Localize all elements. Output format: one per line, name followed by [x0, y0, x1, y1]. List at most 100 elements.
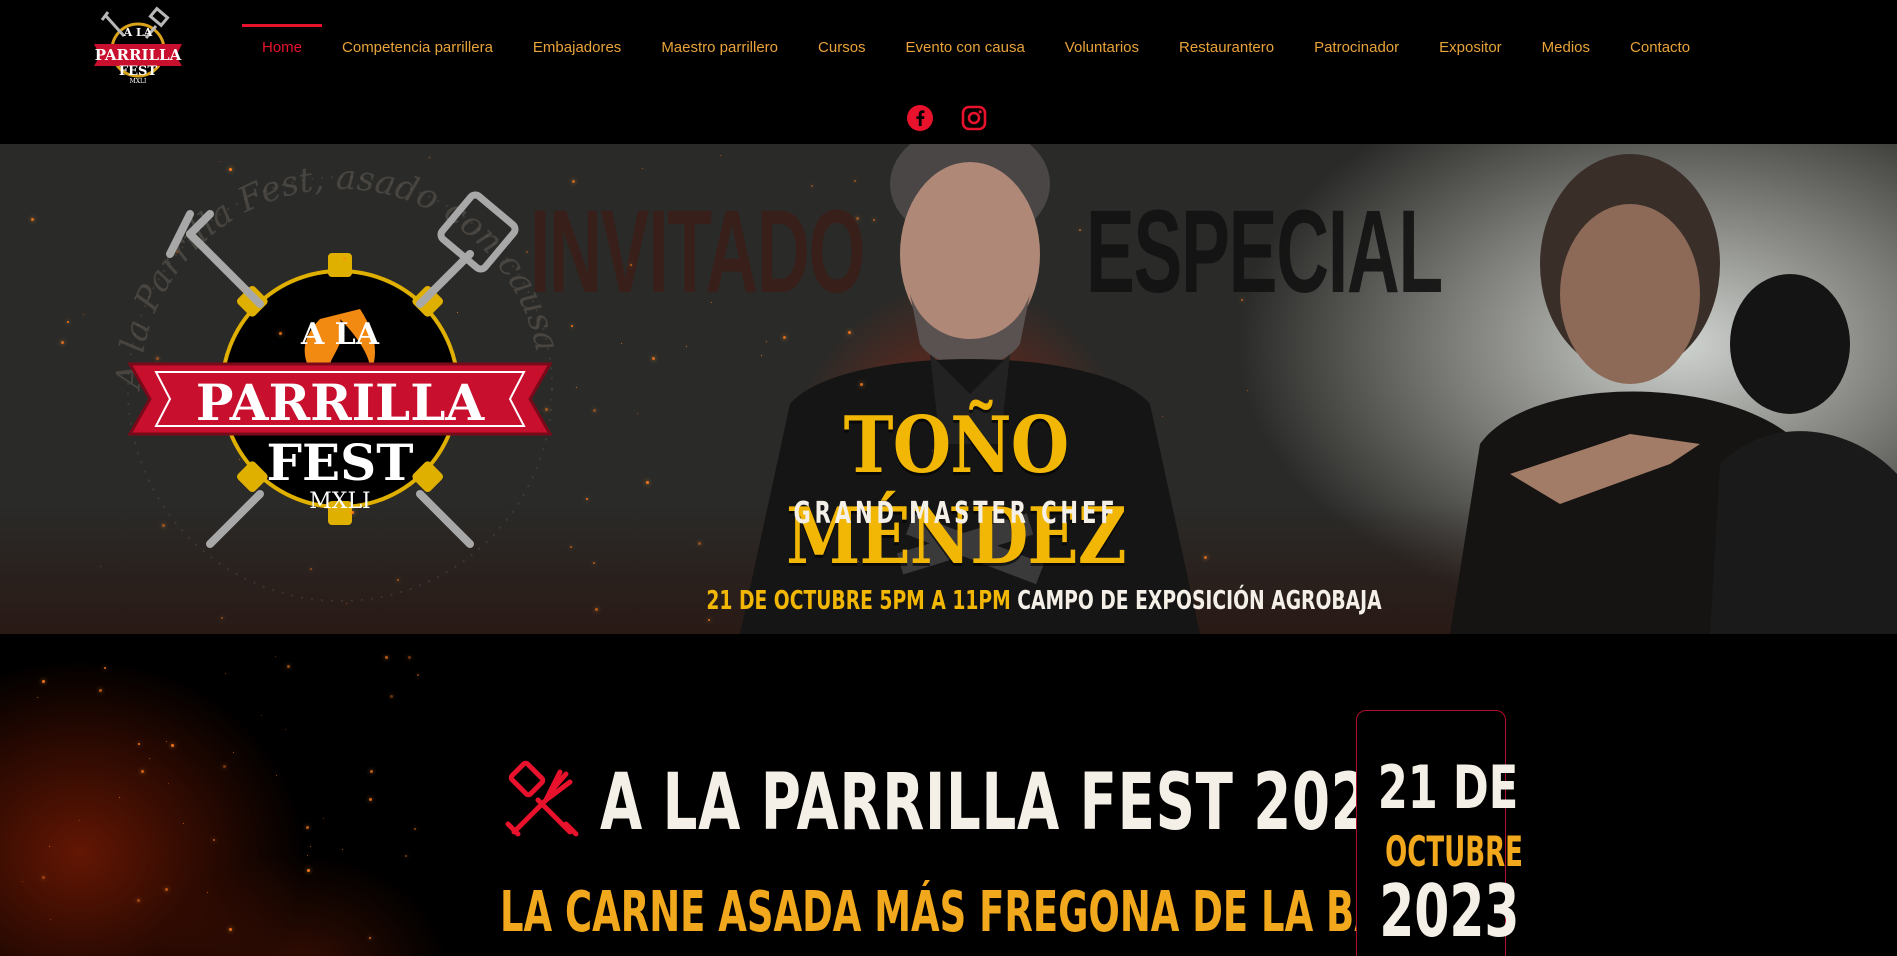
ember-spark [156, 357, 159, 360]
ember-spark [183, 823, 184, 824]
ember-spark [429, 157, 430, 158]
ember-spark [141, 770, 144, 773]
ember-spark [171, 744, 174, 747]
ember-spark [390, 695, 393, 698]
hero-event-details: 21 DE OCTUBRE 5PM A 11PM CAMPO DE EXPOSI… [706, 586, 1381, 616]
ember-spark [225, 673, 226, 674]
ember-spark [260, 397, 261, 398]
ember-spark [229, 168, 232, 171]
svg-text:PARRILLA: PARRILLA [196, 373, 486, 432]
nav-home[interactable]: Home [242, 24, 323, 70]
ember-spark [229, 928, 232, 931]
site-logo[interactable]: A LA PARRILLA FEST MXLI [86, 6, 190, 86]
ember-spark [104, 667, 106, 669]
ember-spark [711, 302, 712, 303]
ember-spark [221, 617, 223, 619]
ember-spark [1247, 390, 1248, 391]
ember-spark [79, 820, 80, 821]
ember-spark [239, 459, 240, 460]
ember-spark [42, 680, 45, 683]
nav-expositor[interactable]: Expositor [1419, 24, 1522, 70]
ember-spark [811, 185, 813, 187]
hero-chef-title: GRAND MASTER CHEF [793, 496, 1119, 531]
ember-spark [37, 697, 38, 698]
ember-spark [166, 741, 167, 742]
hero-event-venue: CAMPO DE EXPOSICIÓN AGROBAJA [1017, 586, 1382, 616]
hero-banner: INVITADO ESPECIAL A la Parrilla Fest, as… [0, 144, 1897, 634]
ember-spark [287, 665, 290, 668]
event-intro-section: A LA PARRILLA FEST 2023 LA CARNE ASADA M… [0, 654, 1897, 956]
ember-spark [342, 849, 343, 850]
ember-spark [100, 566, 101, 567]
ember-spark [457, 312, 458, 313]
ember-spark [408, 656, 411, 659]
ember-spark [138, 743, 140, 745]
ember-spark [586, 498, 588, 500]
ember-spark [761, 355, 762, 356]
ember-spark [370, 770, 373, 773]
ember-spark [783, 336, 786, 339]
ember-spark [860, 383, 863, 386]
svg-text:A LA: A LA [123, 26, 153, 39]
ember-spark [708, 619, 710, 621]
ember-spark [572, 180, 575, 183]
ember-spark [698, 542, 701, 545]
ember-spark [42, 876, 45, 879]
ember-spark [848, 331, 851, 334]
ember-spark [323, 818, 324, 819]
ember-spark [637, 413, 638, 414]
ember-spark [854, 180, 856, 182]
ember-spark [369, 937, 371, 939]
ember-spark [856, 217, 859, 220]
ember-spark [630, 264, 632, 266]
nav-contacto[interactable]: Contacto [1610, 24, 1710, 70]
ember-spark [346, 603, 347, 604]
svg-text:MXLI: MXLI [309, 489, 371, 514]
ember-spark [369, 798, 372, 801]
date-card-day: 21 DE [1377, 753, 1519, 823]
svg-text:MXLI: MXLI [130, 78, 147, 85]
ember-spark [570, 546, 572, 548]
ember-spark [67, 321, 69, 323]
nav-cursos[interactable]: Cursos [798, 24, 886, 70]
ember-spark [261, 715, 262, 716]
ember-spark [576, 387, 577, 388]
ember-spark [858, 561, 859, 562]
nav-patrocinador[interactable]: Patrocinador [1294, 24, 1419, 70]
ember-spark [83, 314, 84, 315]
svg-text:FEST: FEST [267, 433, 414, 492]
ember-spark [873, 219, 875, 221]
event-title: A LA PARRILLA FEST 2023 [600, 758, 1409, 848]
social-links [906, 104, 988, 132]
ember-spark [223, 765, 226, 768]
ember-spark [621, 343, 622, 344]
nav-competencia-parrillera[interactable]: Competencia parrillera [322, 24, 513, 70]
ember-spark [642, 168, 643, 169]
chef-pointing-photo [1450, 154, 1897, 634]
ember-spark [176, 251, 178, 253]
ember-spark [686, 346, 687, 347]
nav-restaurantero[interactable]: Restaurantero [1159, 24, 1294, 70]
ember-spark [22, 881, 23, 882]
event-date-card: 21 DE OCTUBRE 2023 [1356, 710, 1523, 956]
nav-maestro-parrillero[interactable]: Maestro parrillero [641, 24, 798, 70]
nav-voluntarios[interactable]: Voluntarios [1045, 24, 1159, 70]
main-nav: Home Competencia parrillera Embajadores … [242, 24, 1710, 70]
ember-spark [1204, 556, 1207, 559]
facebook-icon[interactable] [906, 104, 934, 132]
ember-spark [307, 855, 308, 856]
nav-evento-con-causa[interactable]: Evento con causa [886, 24, 1045, 70]
ember-spark [766, 341, 767, 342]
ember-spark [119, 797, 120, 798]
ember-spark [1079, 229, 1081, 231]
svg-text:A LA: A LA [300, 317, 380, 352]
ember-spark [1162, 416, 1163, 417]
ember-spark [545, 408, 548, 411]
ember-spark [162, 524, 165, 527]
instagram-icon[interactable] [960, 104, 988, 132]
nav-medios[interactable]: Medios [1522, 24, 1610, 70]
ember-spark [49, 846, 50, 847]
nav-embajadores[interactable]: Embajadores [513, 24, 641, 70]
svg-text:FEST: FEST [119, 64, 158, 79]
ember-spark [219, 161, 220, 162]
